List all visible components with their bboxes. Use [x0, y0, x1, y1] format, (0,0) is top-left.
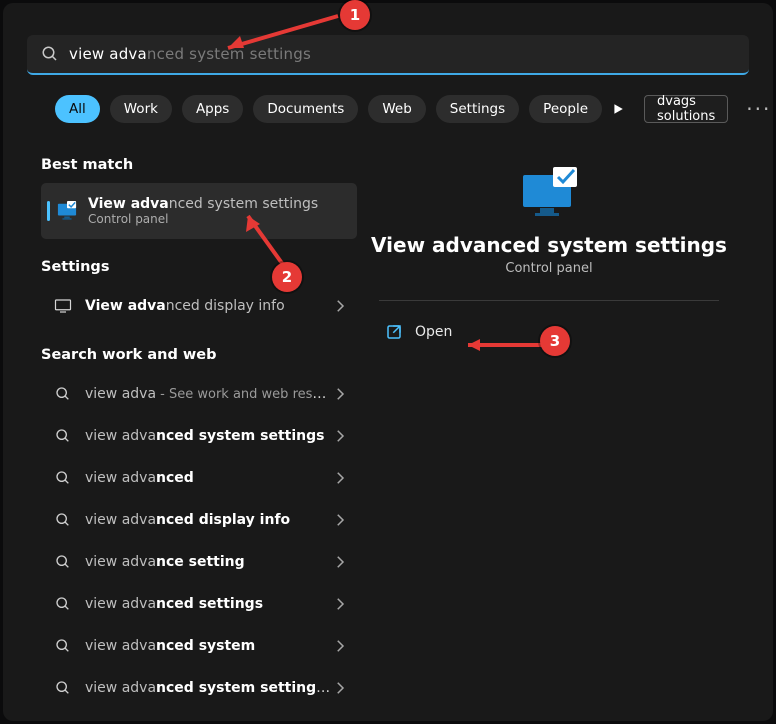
- search-typed: view adva: [69, 45, 147, 63]
- filter-chip-web[interactable]: Web: [368, 95, 425, 123]
- filter-chip-settings[interactable]: Settings: [436, 95, 519, 123]
- settings-result[interactable]: View advanced display info: [41, 285, 357, 327]
- search-icon: [51, 596, 75, 612]
- web-result[interactable]: view advanced system settings windows 11: [41, 667, 357, 709]
- best-match-result[interactable]: View advanced system settings Control pa…: [41, 183, 357, 239]
- web-result-text: view advanced system settings: [85, 428, 331, 444]
- web-result[interactable]: view advanced display info: [41, 499, 357, 541]
- chevron-right-icon: [331, 553, 349, 571]
- filter-scroll-right[interactable]: [612, 95, 624, 123]
- settings-result-text: View advanced display info: [85, 298, 331, 314]
- settings-header: Settings: [41, 259, 357, 275]
- open-label: Open: [415, 324, 452, 340]
- web-result[interactable]: view advance setting: [41, 541, 357, 583]
- play-icon: [612, 103, 624, 115]
- annotation-arrow-3: [456, 338, 548, 352]
- selection-bar: [47, 201, 50, 221]
- search-icon: [51, 428, 75, 444]
- search-icon: [51, 470, 75, 486]
- monitor-icon: [56, 201, 78, 221]
- profile-tag[interactable]: dvags solutions: [644, 95, 728, 123]
- best-match-header: Best match: [41, 157, 357, 173]
- annotation-bubble-3: 3: [540, 326, 570, 356]
- search-icon: [51, 554, 75, 570]
- search-icon: [51, 638, 75, 654]
- web-result-text: view advance setting: [85, 554, 331, 570]
- web-result[interactable]: view adva - See work and web results: [41, 373, 357, 415]
- search-icon: [51, 512, 75, 528]
- divider: [379, 300, 719, 301]
- search-icon: [51, 680, 75, 696]
- web-result-text: view advanced display info: [85, 512, 331, 528]
- chevron-right-icon: [331, 637, 349, 655]
- chevron-right-icon: [331, 385, 349, 403]
- annotation-arrow-1: [210, 14, 350, 54]
- annotation-bubble-1: 1: [340, 0, 370, 30]
- filter-chip-documents[interactable]: Documents: [253, 95, 358, 123]
- web-result[interactable]: view advanced system settings: [41, 415, 357, 457]
- detail-subtitle: Control panel: [363, 261, 735, 276]
- search-bar[interactable]: view advanced system settings: [27, 35, 749, 75]
- chevron-right-icon: [331, 427, 349, 445]
- web-result[interactable]: view advanced system: [41, 625, 357, 667]
- open-icon: [385, 323, 403, 341]
- web-result-text: view adva - See work and web results: [85, 386, 331, 402]
- annotation-bubble-2: 2: [272, 262, 302, 292]
- filter-chip-all[interactable]: All: [55, 95, 100, 123]
- left-panel: Best match View advanced system settings…: [3, 137, 363, 721]
- chevron-right-icon: [331, 595, 349, 613]
- chevron-right-icon: [331, 679, 349, 697]
- web-result-text: view advanced: [85, 470, 331, 486]
- filter-chip-apps[interactable]: Apps: [182, 95, 243, 123]
- filter-chip-people[interactable]: People: [529, 95, 602, 123]
- filter-row: All Work Apps Documents Web Settings Peo…: [39, 93, 747, 125]
- work-web-header: Search work and web: [41, 347, 357, 363]
- detail-title: View advanced system settings: [363, 233, 735, 257]
- search-icon: [41, 45, 59, 63]
- filter-chip-work[interactable]: Work: [110, 95, 172, 123]
- search-icon: [51, 386, 75, 402]
- web-result[interactable]: view advanced settings: [41, 583, 357, 625]
- web-result-text: view advanced system: [85, 638, 331, 654]
- display-icon: [51, 298, 75, 314]
- web-result[interactable]: view advanced: [41, 457, 357, 499]
- web-result-text: view advanced system settings windows 11: [85, 680, 331, 696]
- chevron-right-icon: [331, 297, 349, 315]
- body: Best match View advanced system settings…: [3, 137, 773, 721]
- right-panel: View advanced system settings Control pa…: [363, 137, 773, 721]
- overflow-menu-button[interactable]: ···: [738, 95, 773, 123]
- chevron-right-icon: [331, 511, 349, 529]
- app-icon-large: [519, 167, 579, 221]
- chevron-right-icon: [331, 469, 349, 487]
- web-result-text: view advanced settings: [85, 596, 331, 612]
